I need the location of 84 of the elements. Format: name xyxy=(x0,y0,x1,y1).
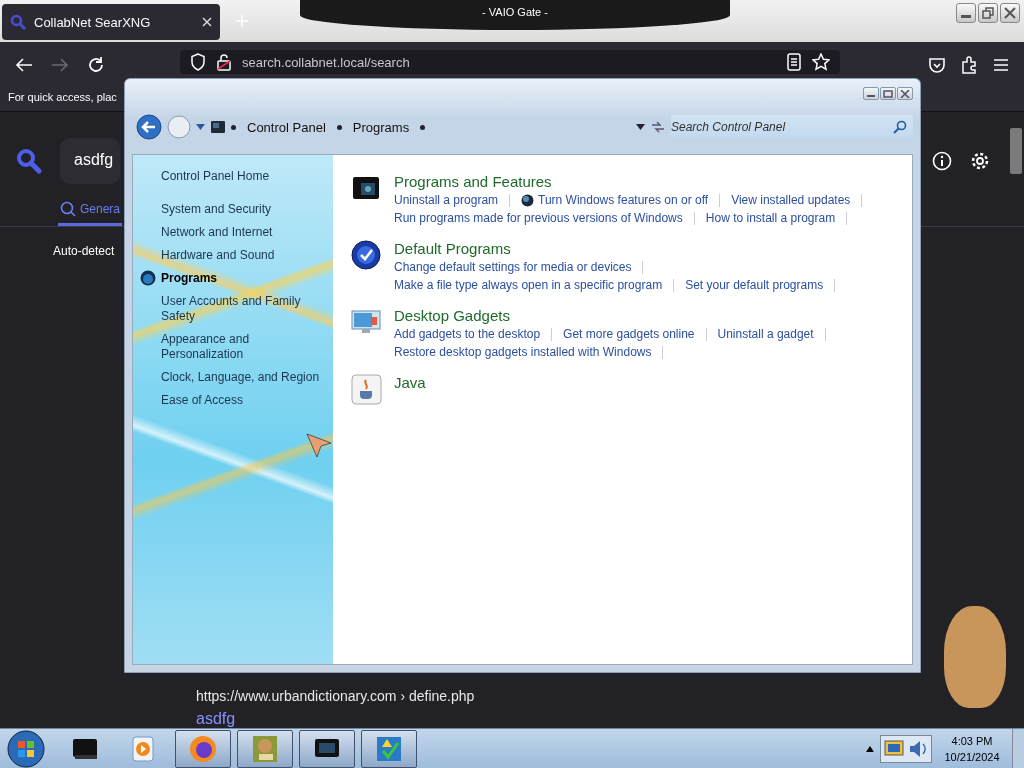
sidebar-link[interactable]: User Accounts and Family Safety xyxy=(161,294,326,324)
sidebar-link[interactable]: System and Security xyxy=(161,202,326,217)
pocket-icon[interactable] xyxy=(928,56,946,74)
search-field[interactable]: Search Control Panel xyxy=(671,115,913,139)
dropdown-caret-icon[interactable] xyxy=(196,124,205,130)
task-link[interactable]: Run programs made for previous versions of Windows xyxy=(394,209,683,227)
section-title-link[interactable]: Desktop Gadgets xyxy=(394,307,510,324)
start-icon[interactable] xyxy=(7,729,45,768)
address-text: search.collabnet.local/search xyxy=(242,54,411,70)
search-icon xyxy=(893,120,907,134)
tray-up-arrow-icon[interactable] xyxy=(866,745,874,752)
sidebar-link[interactable]: Hardware and Sound xyxy=(161,248,326,263)
task-link[interactable]: How to install a program xyxy=(705,209,836,227)
breadcrumb-separator-icon[interactable] xyxy=(420,124,426,130)
search-icon xyxy=(10,14,26,30)
minimize-button[interactable] xyxy=(956,3,976,23)
breadcrumb-separator-icon[interactable] xyxy=(231,124,236,130)
search-icon xyxy=(60,201,76,217)
language-label: Auto-detect xyxy=(53,244,115,258)
search-logo-icon xyxy=(16,148,42,174)
sidebar-link[interactable]: Network and Internet xyxy=(161,225,326,240)
task-link[interactable]: Get more gadgets online xyxy=(563,325,695,343)
breadcrumb-item[interactable]: Control Panel xyxy=(241,119,332,135)
section-title-link[interactable]: Programs and Features xyxy=(394,173,552,190)
task-link[interactable]: Set your default programs xyxy=(685,276,824,294)
sidebar-link[interactable]: Appearance and Personalization xyxy=(161,332,326,362)
restore-icon xyxy=(982,7,994,19)
task-link[interactable]: Turn Windows features on or off xyxy=(521,191,709,209)
minimize-button[interactable] xyxy=(863,87,879,100)
sidebar-link[interactable]: Clock, Language, and Region xyxy=(161,370,326,385)
clock-time[interactable]: 4:03 PM xyxy=(938,732,1006,749)
task-link[interactable]: Uninstall a gadget xyxy=(717,325,814,343)
maximize-icon xyxy=(883,89,893,98)
task-link[interactable]: View installed updates xyxy=(731,191,851,209)
restore-button[interactable] xyxy=(978,3,998,23)
window-title: - VAIO Gate - xyxy=(300,0,730,30)
tab-title: CollabNet SearXNG xyxy=(34,14,152,30)
minimize-icon xyxy=(961,15,971,18)
taskbar-button[interactable] xyxy=(237,729,293,768)
checkmark-disc-icon[interactable] xyxy=(351,240,383,272)
java-cup-icon[interactable] xyxy=(351,374,383,406)
lock-icon xyxy=(216,53,232,71)
task-link[interactable]: Restore desktop gadgets installed with Windows xyxy=(394,343,652,361)
star-icon[interactable] xyxy=(812,53,830,71)
breadcrumb-separator-icon[interactable] xyxy=(336,124,342,130)
taskbar-button[interactable] xyxy=(175,729,231,768)
sidebar-link[interactable]: Ease of Access xyxy=(161,393,326,408)
refresh-icon[interactable] xyxy=(650,120,666,134)
control-panel-icon xyxy=(210,119,226,135)
menu-icon[interactable] xyxy=(992,56,1010,74)
task-link[interactable]: Add gadgets to the desktop xyxy=(394,325,541,343)
task-link[interactable]: Uninstall a program xyxy=(394,191,499,209)
breadcrumb-item[interactable]: Programs xyxy=(346,119,416,135)
task-link[interactable]: Make a file type always open in a specific program xyxy=(394,276,663,294)
clock-date[interactable]: 10/21/2024 xyxy=(938,748,1006,765)
sidebar-link[interactable]: Programs xyxy=(161,271,326,286)
taskbar-button[interactable] xyxy=(361,729,417,768)
browser-tab[interactable]: CollabNet SearXNG xyxy=(2,4,220,40)
close-button[interactable] xyxy=(1000,3,1020,23)
reader-icon[interactable] xyxy=(786,53,802,71)
dropdown-caret-icon[interactable] xyxy=(636,124,645,130)
scrollbar-thumb[interactable] xyxy=(1010,128,1022,174)
selected-bullet-icon xyxy=(140,270,156,286)
back-button-icon[interactable] xyxy=(136,114,162,140)
close-icon xyxy=(1004,7,1016,19)
puzzle-icon[interactable] xyxy=(960,56,978,74)
section-title-link[interactable]: Default Programs xyxy=(394,240,511,257)
maximize-button[interactable] xyxy=(880,87,896,100)
task-link[interactable]: Change default settings for media or devices xyxy=(394,258,632,276)
sidebar-link[interactable]: Control Panel Home xyxy=(161,169,326,184)
reload-icon[interactable] xyxy=(86,55,106,75)
result-url[interactable]: https://www.urbandictionary.com › define.php xyxy=(196,688,1024,704)
section-title-link[interactable]: Java xyxy=(394,374,426,391)
taskbar-button[interactable] xyxy=(299,729,355,768)
close-icon xyxy=(900,89,910,98)
close-icon[interactable] xyxy=(202,17,212,27)
address-field[interactable]: search.collabnet.local/search xyxy=(180,50,840,74)
shield-icon xyxy=(190,53,206,71)
close-button[interactable] xyxy=(897,87,913,100)
info-icon[interactable] xyxy=(932,151,952,171)
cursor-icon xyxy=(306,433,332,459)
result-title-link[interactable]: asdfg xyxy=(196,710,236,728)
settings-icon[interactable] xyxy=(970,151,990,171)
search-field[interactable]: asdfg xyxy=(60,138,120,184)
